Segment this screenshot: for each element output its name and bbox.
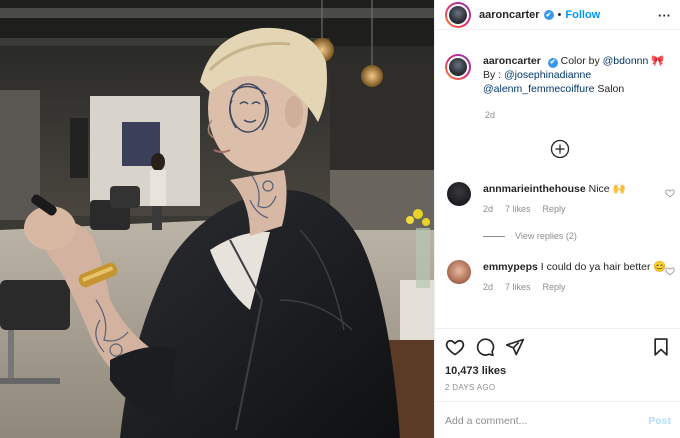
caption-timestamp: 2d [485,110,496,120]
post-side-panel: aaroncarter ✔ • Follow ··· aaroncarter ✔… [434,0,680,438]
post-header: aaroncarter ✔ • Follow ··· [435,0,680,30]
view-replies-link[interactable]: View replies (2) [483,231,577,241]
like-comment-heart-icon[interactable] [665,266,675,276]
like-heart-icon[interactable] [445,337,465,357]
post-caption: aaroncarter ✔ Color by @bdonnn 🎀 By : @j… [445,54,673,96]
comment-item: annmarieinthehouse Nice 🙌 2d 7 likes Rep… [445,182,677,214]
comment-body: emmypeps I could do ya hair better 😊 [483,260,677,274]
post-comment-button[interactable]: Post [648,415,671,427]
comment-meta: 2d 7 likes Reply [483,204,677,214]
more-options-icon[interactable]: ··· [658,8,671,23]
ribbon-emoji-icon: 🎀 [651,55,665,67]
load-more-comments-icon[interactable] [550,139,570,159]
comment-item: emmypeps I could do ya hair better 😊 2d … [445,260,677,292]
author-username[interactable]: aaroncarter [479,9,540,21]
caption-by-label: By : [483,69,505,81]
verified-badge-icon: ✔ [543,9,554,20]
caption-username[interactable]: aaroncarter [483,55,541,67]
add-comment-bar: Post [435,401,680,438]
post-time-ago: 2 DAYS AGO [445,383,496,392]
save-bookmark-icon[interactable] [651,337,671,357]
mention-josephinadianne[interactable]: @josephinadianne [504,69,591,81]
replies-divider [483,235,505,237]
add-comment-input[interactable] [445,414,635,427]
comment-reply-button[interactable]: Reply [543,204,566,214]
comment-meta: 2d 7 likes Reply [483,282,677,292]
comment-bubble-icon[interactable] [475,337,495,357]
commenter-avatar[interactable] [447,260,471,284]
likes-count[interactable]: 10,473 likes [445,365,506,377]
caption-avatar[interactable] [445,54,471,80]
comment-body: annmarieinthehouse Nice 🙌 [483,182,677,196]
caption-text: aaroncarter ✔ Color by @bdonnn 🎀 By : @j… [483,54,664,96]
follow-button[interactable]: Follow [565,9,600,21]
salon-photo-illustration [0,0,434,438]
comment-username[interactable]: annmarieinthehouse [483,183,586,195]
like-comment-heart-icon[interactable] [665,188,675,198]
share-send-icon[interactable] [505,337,525,357]
instagram-post: aaroncarter ✔ • Follow ··· aaroncarter ✔… [0,0,680,438]
commenter-avatar[interactable] [447,182,471,206]
post-actions: 10,473 likes 2 DAYS AGO Post [435,328,680,438]
comment-reply-button[interactable]: Reply [543,282,566,292]
caption-verified-badge-icon: ✔ [547,58,558,68]
mention-bdonnn[interactable]: @bdonnn [603,55,649,67]
comment-time: 2d [483,282,494,292]
author-avatar[interactable] [445,1,471,28]
action-icons [445,337,525,357]
comment-text: Nice 🙌 [588,183,626,195]
post-photo[interactable] [0,0,434,438]
comment-text: I could do ya hair better 😊 [540,261,667,273]
comment-likes[interactable]: 7 likes [505,204,531,214]
caption-color-by: Color by [560,55,603,67]
comment-likes[interactable]: 7 likes [505,282,531,292]
caption-salon: Salon [594,83,625,95]
comment-username[interactable]: emmypeps [483,261,538,273]
separator-dot: • [557,8,562,21]
view-replies-text[interactable]: View replies (2) [515,231,577,241]
mention-alenm-femmecoiffure[interactable]: @alenm_femmecoiffure [483,83,594,95]
comment-time: 2d [483,204,494,214]
